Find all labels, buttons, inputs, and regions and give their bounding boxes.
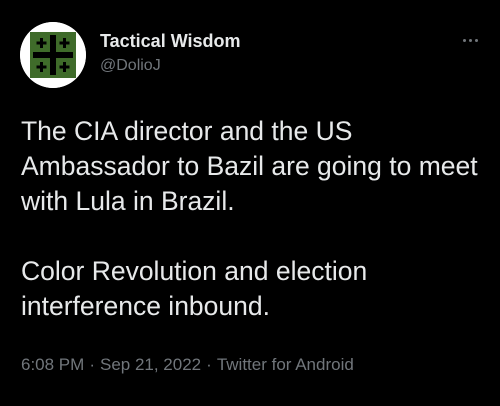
dot xyxy=(462,38,466,42)
tweet-time[interactable]: 6:08 PM xyxy=(21,355,84,374)
tweet-source-link[interactable]: Twitter for Android xyxy=(217,355,354,374)
tweet-card: Tactical Wisdom @DolioJ The CIA director… xyxy=(0,0,500,406)
tweet-paragraph: The CIA director and the US Ambassador t… xyxy=(21,116,478,216)
dot xyxy=(474,38,478,42)
separator: · xyxy=(206,355,212,374)
separator: · xyxy=(89,355,95,374)
dot xyxy=(468,38,472,42)
jerusalem-cross-icon xyxy=(20,22,86,88)
tweet-text: The CIA director and the US Ambassador t… xyxy=(21,114,483,324)
tweet-paragraph: Color Revolution and election interferen… xyxy=(21,256,368,321)
tweet-metadata: 6:08 PM · Sep 21, 2022 · Twitter for Android xyxy=(21,354,354,376)
tweet-date[interactable]: Sep 21, 2022 xyxy=(100,355,201,374)
ellipsis-icon[interactable] xyxy=(456,30,484,50)
author-display-name[interactable]: Tactical Wisdom xyxy=(100,30,241,52)
avatar[interactable] xyxy=(20,22,86,88)
author-handle[interactable]: @DolioJ xyxy=(100,56,161,76)
